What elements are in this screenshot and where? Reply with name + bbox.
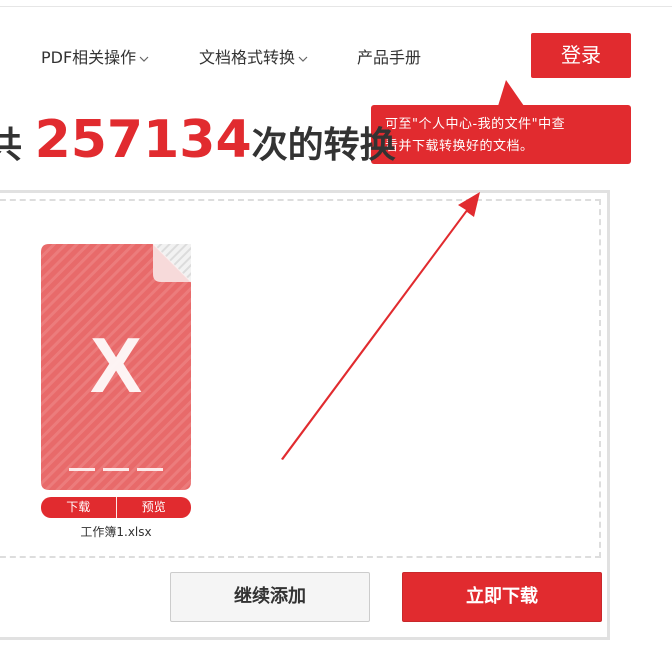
file-name: 工作簿1.xlsx	[80, 525, 152, 539]
nav-pdf-operations-label: PDF相关操作	[41, 48, 137, 67]
nav-product-manual[interactable]: 产品手册	[357, 47, 421, 69]
chevron-down-icon	[139, 46, 149, 68]
chevron-down-icon	[298, 46, 308, 68]
headline-suffix: 次的转换	[251, 125, 396, 166]
file-preview-button[interactable]: 预览	[117, 497, 192, 518]
nav-format-conversion-label: 文档格式转换	[199, 48, 296, 67]
file-action-bar: 下载 预览	[41, 497, 191, 518]
nav-product-manual-label: 产品手册	[357, 48, 422, 67]
nav-format-conversion[interactable]: 文档格式转换	[199, 47, 308, 70]
continue-add-button[interactable]: 继续添加	[170, 572, 370, 622]
file-download-button[interactable]: 下载	[41, 497, 116, 518]
conversion-count-headline: 共 257134次的转换	[0, 108, 396, 178]
nav-pdf-operations[interactable]: PDF相关操作	[41, 47, 149, 70]
top-divider	[0, 6, 672, 7]
conversion-result-page: PDF相关操作 文档格式转换 产品手册 登录 可至"个人中心-我的文件"中查 看…	[0, 0, 672, 656]
conversion-count: 257134	[34, 110, 252, 170]
login-button[interactable]: 登录	[531, 33, 631, 78]
download-now-button[interactable]: 立即下载	[402, 572, 602, 622]
tooltip-line-1: 可至"个人中心-我的文件"中查	[385, 117, 566, 132]
my-files-tooltip: 可至"个人中心-我的文件"中查 看并下载转换好的文档。	[371, 105, 631, 164]
tooltip-pointer	[498, 80, 524, 106]
tooltip-line-2: 看并下载转换好的文档。	[385, 139, 534, 154]
headline-prefix: 共	[0, 125, 23, 166]
action-divider	[115, 497, 117, 518]
excel-file-icon[interactable]: X	[41, 244, 191, 490]
file-icon-letter: X	[90, 321, 142, 409]
